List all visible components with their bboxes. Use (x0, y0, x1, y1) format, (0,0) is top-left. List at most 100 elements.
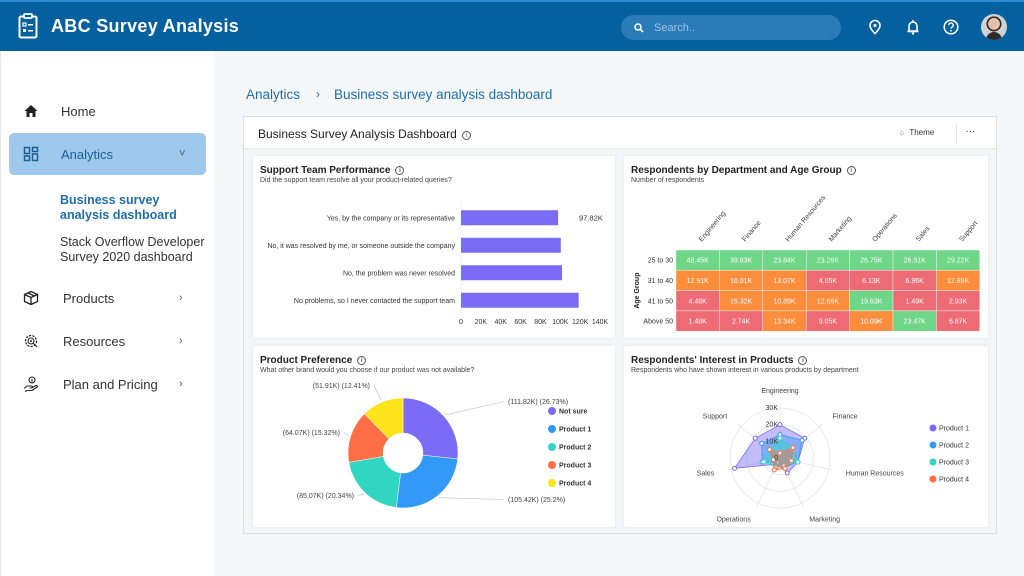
radar-point (732, 465, 738, 471)
sidebar-item-plan-pricing[interactable]: $ Plan and Pricing › (9, 364, 206, 404)
x-category-label: Support (958, 220, 979, 243)
sidebar-item-label: Analytics (61, 146, 114, 162)
x-category-label: Marketing (828, 215, 853, 243)
top-bar: ABC Survey Analysis (0, 0, 1024, 51)
legend-swatch (548, 479, 556, 487)
sidebar-item-label: Products (63, 290, 115, 306)
cell-value: 6.96K (906, 278, 925, 285)
cell-value: 15.32K (730, 298, 753, 305)
data-label: (111.82K) (26.73%) (508, 399, 568, 406)
y-category-label: Above 50 (643, 319, 673, 326)
location-pin-icon[interactable] (867, 19, 883, 35)
cell-value: 13.34K (773, 319, 796, 326)
legend-swatch (929, 475, 937, 483)
bar-chart: Yes, by the company or its representativ… (267, 200, 609, 326)
sidebar-item-resources[interactable]: Resources › (9, 321, 206, 361)
axis-label: Marketing (809, 516, 840, 523)
cell-value: 1.48K (689, 319, 708, 326)
user-avatar[interactable] (981, 14, 1007, 40)
x-tick-label: 60K (514, 319, 527, 326)
sidebar-item-label: Plan and Pricing (63, 376, 158, 392)
cell-value: 39.83K (730, 258, 753, 265)
cell-value: 10.01K (730, 278, 753, 285)
chevron-right-icon: › (179, 335, 183, 347)
x-tick-label: 0 (459, 319, 463, 326)
more-options-button[interactable]: ··· (956, 123, 984, 143)
axis-label: Human Resources (846, 471, 904, 478)
radar-point (752, 435, 758, 441)
x-category-label: Human Resources (785, 194, 828, 243)
y-category-label: 25 to 30 (648, 258, 673, 265)
card-product-preference: Product Preference i What other brand wou… (253, 346, 615, 527)
breadcrumb-analytics[interactable]: Analytics (246, 87, 300, 102)
radar-point (777, 450, 783, 456)
donut-slice (396, 454, 458, 509)
chevron-down-icon: ˅ (179, 148, 186, 160)
cell-value: 26.51K (904, 258, 927, 265)
info-icon[interactable]: i (461, 131, 471, 140)
theme-button[interactable]: ☼ Theme (898, 128, 934, 137)
radar-point (771, 467, 777, 473)
card-support-team-performance: Support Team Performance i Did the suppor… (253, 156, 615, 338)
card-interest-in-products: Respondents' Interest in Products i Respo… (624, 346, 988, 527)
heatmap-chart: Engineering Finance Human Resources Marketi… (634, 194, 980, 332)
legend-swatch (929, 441, 937, 449)
cell-value: 26.75K (860, 258, 883, 265)
r-tick-label: 20K (766, 422, 779, 429)
cell-value: 23.47K (904, 319, 927, 326)
cell-value: 12.66K (817, 298, 840, 305)
cell-value: 12.89K (947, 278, 970, 285)
sidebar-item-label: Resources (63, 333, 126, 349)
chevron-right-icon: › (179, 292, 183, 304)
bar (461, 265, 563, 281)
x-tick-label: 120K (572, 319, 589, 326)
data-label: (85.07K) (20.34%) (297, 493, 354, 500)
bar (461, 237, 561, 253)
bar (461, 210, 559, 226)
cell-value: 13.07K (773, 278, 796, 285)
sidebar-subitem-business-survey[interactable]: Business survey analysis dashboard (60, 193, 210, 223)
x-tick-label: 140K (592, 319, 609, 326)
bell-icon[interactable] (905, 19, 921, 35)
donut-slice (348, 456, 401, 508)
cell-value: 10.09K (860, 319, 883, 326)
search-input[interactable] (654, 21, 824, 34)
cell-value: 6.87K (949, 319, 968, 326)
sidebar-item-analytics[interactable]: Analytics ˅ (9, 133, 206, 175)
legend-label: Product 4 (559, 481, 591, 488)
sidebar-item-home[interactable]: Home (9, 91, 206, 131)
help-icon[interactable] (943, 19, 959, 35)
x-tick-label: 20K (475, 319, 488, 326)
sidebar-item-products[interactable]: Products › (9, 278, 206, 318)
y-category-label: 31 to 40 (648, 278, 673, 285)
cell-value: 19.63K (860, 298, 883, 305)
axis-label: Operations (716, 516, 751, 523)
leader-line (373, 385, 382, 401)
cell-value: 4.48K (689, 298, 708, 305)
data-label: (105.42K) (25.2%) (508, 497, 565, 504)
data-label: (64.07K) (15.32%) (283, 430, 340, 437)
svg-text:$: $ (31, 378, 34, 383)
category-label: No, it was resolved by me, or someone ou… (267, 243, 455, 250)
x-category-label: Sales (915, 225, 932, 243)
radar-point (782, 466, 788, 472)
x-tick-label: 100K (552, 319, 569, 326)
radar-point (795, 459, 801, 465)
sidebar-subitem-stack-overflow[interactable]: Stack Overflow Developer Survey 2020 das… (60, 235, 210, 265)
cell-value: 1.49K (906, 298, 925, 305)
radar-point (759, 440, 765, 446)
cell-value: 2.93K (949, 298, 968, 305)
radar-chart: Engineering Finance Human Resources Marketi… (697, 388, 969, 523)
axis-label: Support (703, 413, 728, 420)
category-label: No, the problem was never resolved (343, 270, 455, 277)
x-tick-label: 40K (494, 319, 507, 326)
dashboard-icon (23, 146, 39, 162)
y-axis-title: Age Group (634, 273, 641, 309)
legend-swatch (548, 425, 556, 433)
sidebar: Home Analytics ˅ Business survey analysi… (0, 51, 214, 576)
radar-point (788, 458, 794, 464)
cell-value: 23.26K (817, 258, 840, 265)
legend-label: Product 3 (559, 463, 591, 470)
search-bar[interactable] (621, 15, 841, 40)
radar-point (777, 435, 783, 441)
